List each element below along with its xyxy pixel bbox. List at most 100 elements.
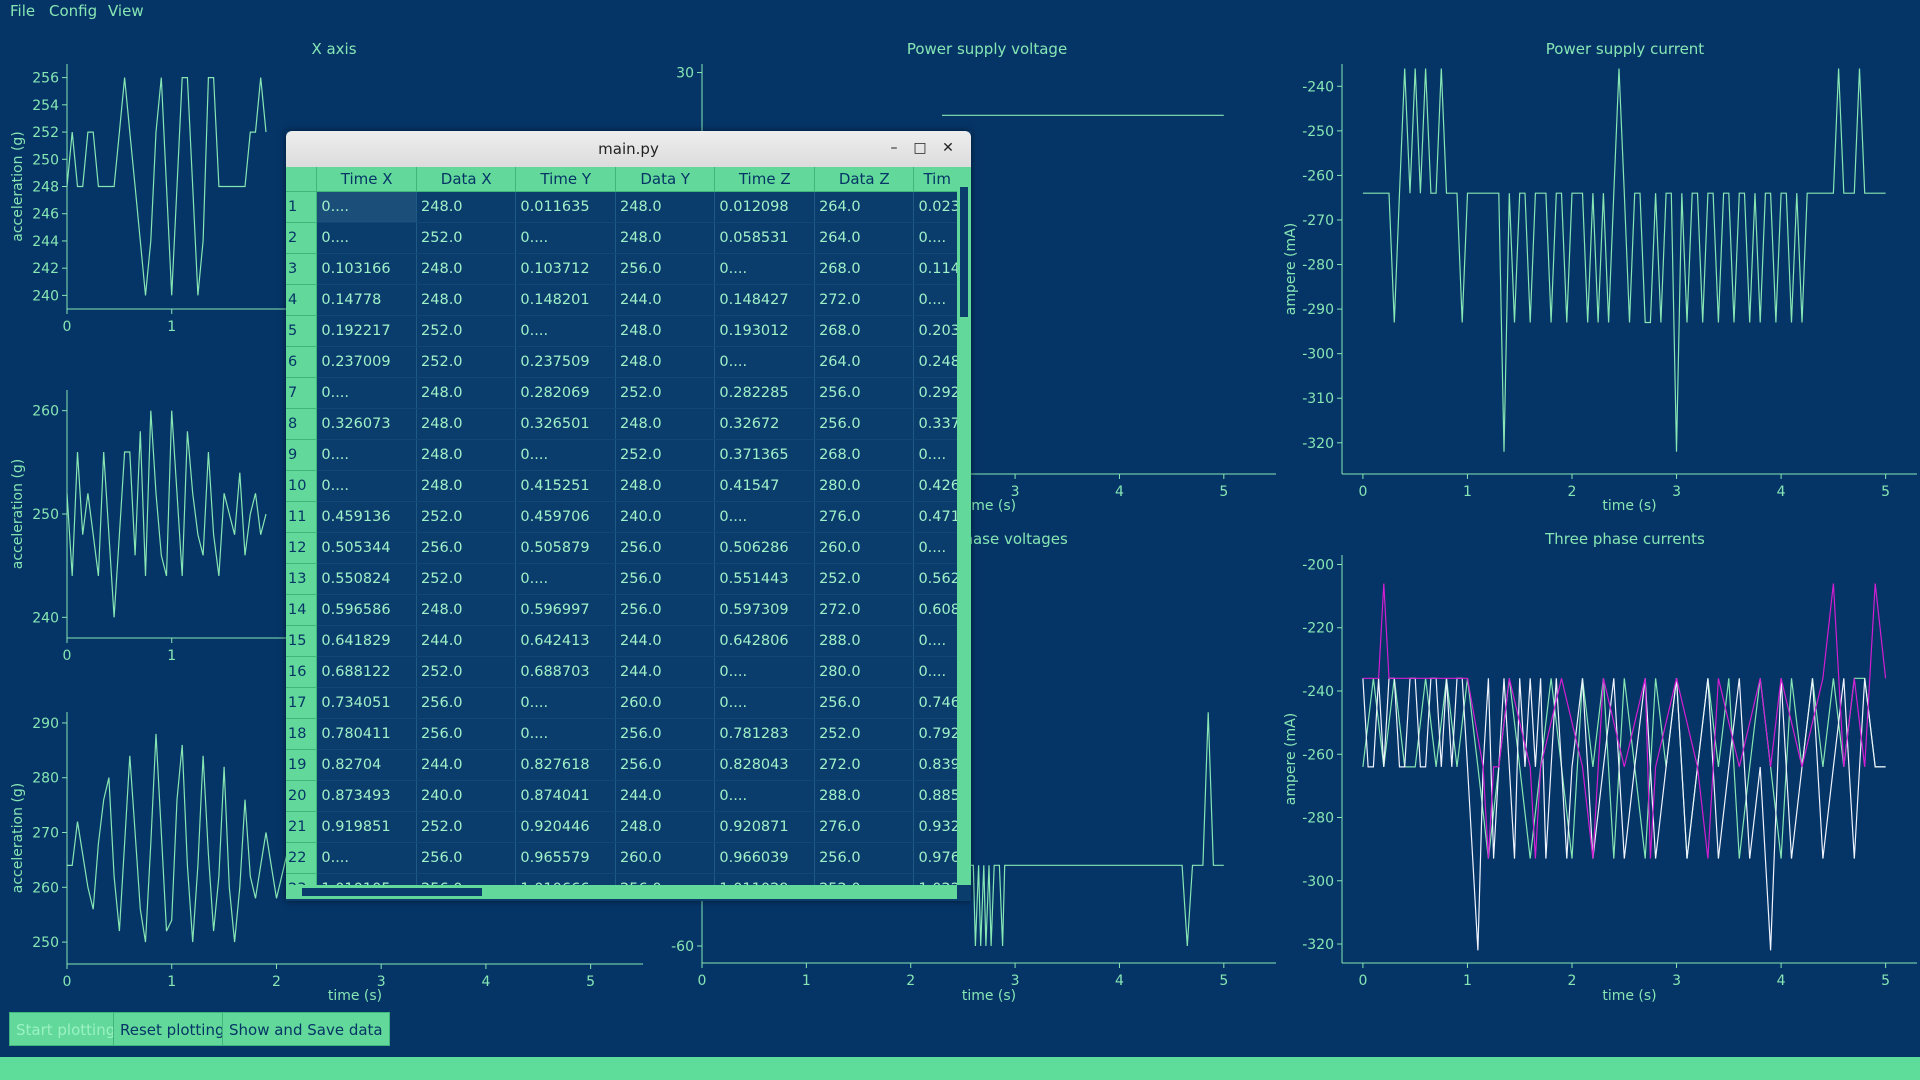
row-header[interactable]: 17 — [286, 687, 318, 719]
table-cell[interactable]: 268.0 — [814, 253, 915, 285]
table-cell[interactable]: 276.0 — [814, 501, 915, 533]
table-cell[interactable]: 0.... — [316, 470, 418, 502]
table-cell[interactable]: 0.011635 — [515, 191, 617, 223]
table-cell[interactable]: 248.0 — [416, 470, 517, 502]
window-titlebar[interactable]: main.py – □ ✕ — [286, 131, 971, 167]
table-cell[interactable]: 264.0 — [814, 222, 915, 254]
row-header[interactable]: 3 — [286, 253, 318, 285]
table-cell[interactable]: 0.966039 — [714, 842, 816, 874]
table-cell[interactable]: 252.0 — [615, 439, 716, 471]
table-cell[interactable]: 0.371365 — [714, 439, 816, 471]
table-cell[interactable]: 256.0 — [615, 718, 716, 750]
table-cell[interactable]: 244.0 — [416, 749, 517, 781]
table-cell[interactable]: 248.0 — [615, 346, 716, 378]
table-cell[interactable]: 0.827618 — [515, 749, 617, 781]
table-cell[interactable]: 0.... — [515, 718, 617, 750]
table-cell[interactable]: 0.193012 — [714, 315, 816, 347]
table-cell[interactable]: 248.0 — [416, 439, 517, 471]
reset-plotting-button[interactable]: Reset plotting — [113, 1012, 232, 1046]
table-cell[interactable]: 0.... — [913, 656, 961, 688]
column-header[interactable]: Data Y — [615, 167, 716, 192]
column-header[interactable]: Time Z — [714, 167, 816, 192]
table-cell[interactable]: 264.0 — [814, 346, 915, 378]
table-cell[interactable]: 248.0 — [615, 191, 716, 223]
row-header[interactable]: 15 — [286, 625, 318, 657]
table-cell[interactable]: 252.0 — [814, 873, 915, 885]
table-cell[interactable]: 0.248 — [913, 346, 961, 378]
table-cell[interactable]: 256.0 — [416, 687, 517, 719]
row-header[interactable]: 6 — [286, 346, 318, 378]
table-cell[interactable]: 0.114 — [913, 253, 961, 285]
minimize-icon[interactable]: – — [884, 138, 904, 158]
table-cell[interactable]: 0.780411 — [316, 718, 418, 750]
row-header[interactable]: 4 — [286, 284, 318, 316]
table-cell[interactable]: 0.237009 — [316, 346, 418, 378]
column-header[interactable]: Time Y — [515, 167, 617, 192]
table-cell[interactable]: 0.012098 — [714, 191, 816, 223]
table-cell[interactable]: 252.0 — [416, 501, 517, 533]
table-cell[interactable]: 0.... — [913, 532, 961, 564]
table-cell[interactable]: 276.0 — [814, 811, 915, 843]
row-header[interactable]: 22 — [286, 842, 318, 874]
table-cell[interactable]: 0.203 — [913, 315, 961, 347]
table-cell[interactable]: 0.023 — [913, 191, 961, 223]
table-cell[interactable]: 0.... — [913, 625, 961, 657]
table-cell[interactable]: 248.0 — [615, 408, 716, 440]
table-cell[interactable]: 260.0 — [615, 842, 716, 874]
column-header[interactable]: Tim — [913, 167, 961, 192]
table-cell[interactable]: 0.550824 — [316, 563, 418, 595]
table-cell[interactable]: 244.0 — [615, 284, 716, 316]
table-cell[interactable]: 244.0 — [615, 625, 716, 657]
table-cell[interactable]: 0.... — [714, 501, 816, 533]
row-header[interactable]: 14 — [286, 594, 318, 626]
table-cell[interactable]: 256.0 — [416, 718, 517, 750]
table-cell[interactable]: 0.058531 — [714, 222, 816, 254]
table-cell[interactable]: 0.... — [515, 315, 617, 347]
table-cell[interactable]: 0.506286 — [714, 532, 816, 564]
table-cell[interactable]: 252.0 — [416, 346, 517, 378]
table-cell[interactable]: 0.919851 — [316, 811, 418, 843]
row-header[interactable]: 23 — [286, 873, 318, 885]
table-cell[interactable]: 256.0 — [615, 532, 716, 564]
row-header[interactable]: 2 — [286, 222, 318, 254]
table-cell[interactable]: 0.41547 — [714, 470, 816, 502]
table-cell[interactable]: 0.... — [714, 656, 816, 688]
row-header[interactable]: 8 — [286, 408, 318, 440]
table-cell[interactable]: 0.... — [714, 253, 816, 285]
table-cell[interactable]: 252.0 — [814, 718, 915, 750]
table-cell[interactable]: 240.0 — [615, 501, 716, 533]
table-cell[interactable]: 0.792 — [913, 718, 961, 750]
table-cell[interactable]: 0.... — [714, 780, 816, 812]
table-cell[interactable]: 256.0 — [416, 842, 517, 874]
table-cell[interactable]: 0.641829 — [316, 625, 418, 657]
vertical-scrollbar[interactable] — [957, 167, 971, 885]
table-cell[interactable]: 0.148201 — [515, 284, 617, 316]
table-cell[interactable]: 0.781283 — [714, 718, 816, 750]
table-cell[interactable]: 256.0 — [615, 749, 716, 781]
table-cell[interactable]: 272.0 — [814, 749, 915, 781]
table-cell[interactable]: 1.010666 — [515, 873, 617, 885]
table-cell[interactable]: 0.828043 — [714, 749, 816, 781]
table-cell[interactable]: 252.0 — [416, 656, 517, 688]
table-cell[interactable]: 0.... — [316, 222, 418, 254]
table-cell[interactable]: 248.0 — [416, 377, 517, 409]
table-cell[interactable]: 0.... — [515, 222, 617, 254]
show-save-data-button[interactable]: Show and Save data — [222, 1012, 390, 1046]
horizontal-scrollbar[interactable] — [286, 885, 957, 899]
table-cell[interactable]: 0.885 — [913, 780, 961, 812]
row-header[interactable]: 12 — [286, 532, 318, 564]
table-cell[interactable]: 0.596586 — [316, 594, 418, 626]
table-cell[interactable]: 0.32672 — [714, 408, 816, 440]
table-cell[interactable]: 0.337 — [913, 408, 961, 440]
table-cell[interactable]: 0.326073 — [316, 408, 418, 440]
table-cell[interactable]: 0.426 — [913, 470, 961, 502]
table-cell[interactable]: 0.... — [515, 687, 617, 719]
corner-header[interactable] — [286, 167, 318, 192]
table-cell[interactable]: 0.608 — [913, 594, 961, 626]
table-cell[interactable]: 248.0 — [416, 284, 517, 316]
table-cell[interactable]: 0.103166 — [316, 253, 418, 285]
table-cell[interactable]: 0.932 — [913, 811, 961, 843]
table-cell[interactable]: 0.... — [714, 687, 816, 719]
table-cell[interactable]: 0.597309 — [714, 594, 816, 626]
table-cell[interactable]: 252.0 — [615, 377, 716, 409]
